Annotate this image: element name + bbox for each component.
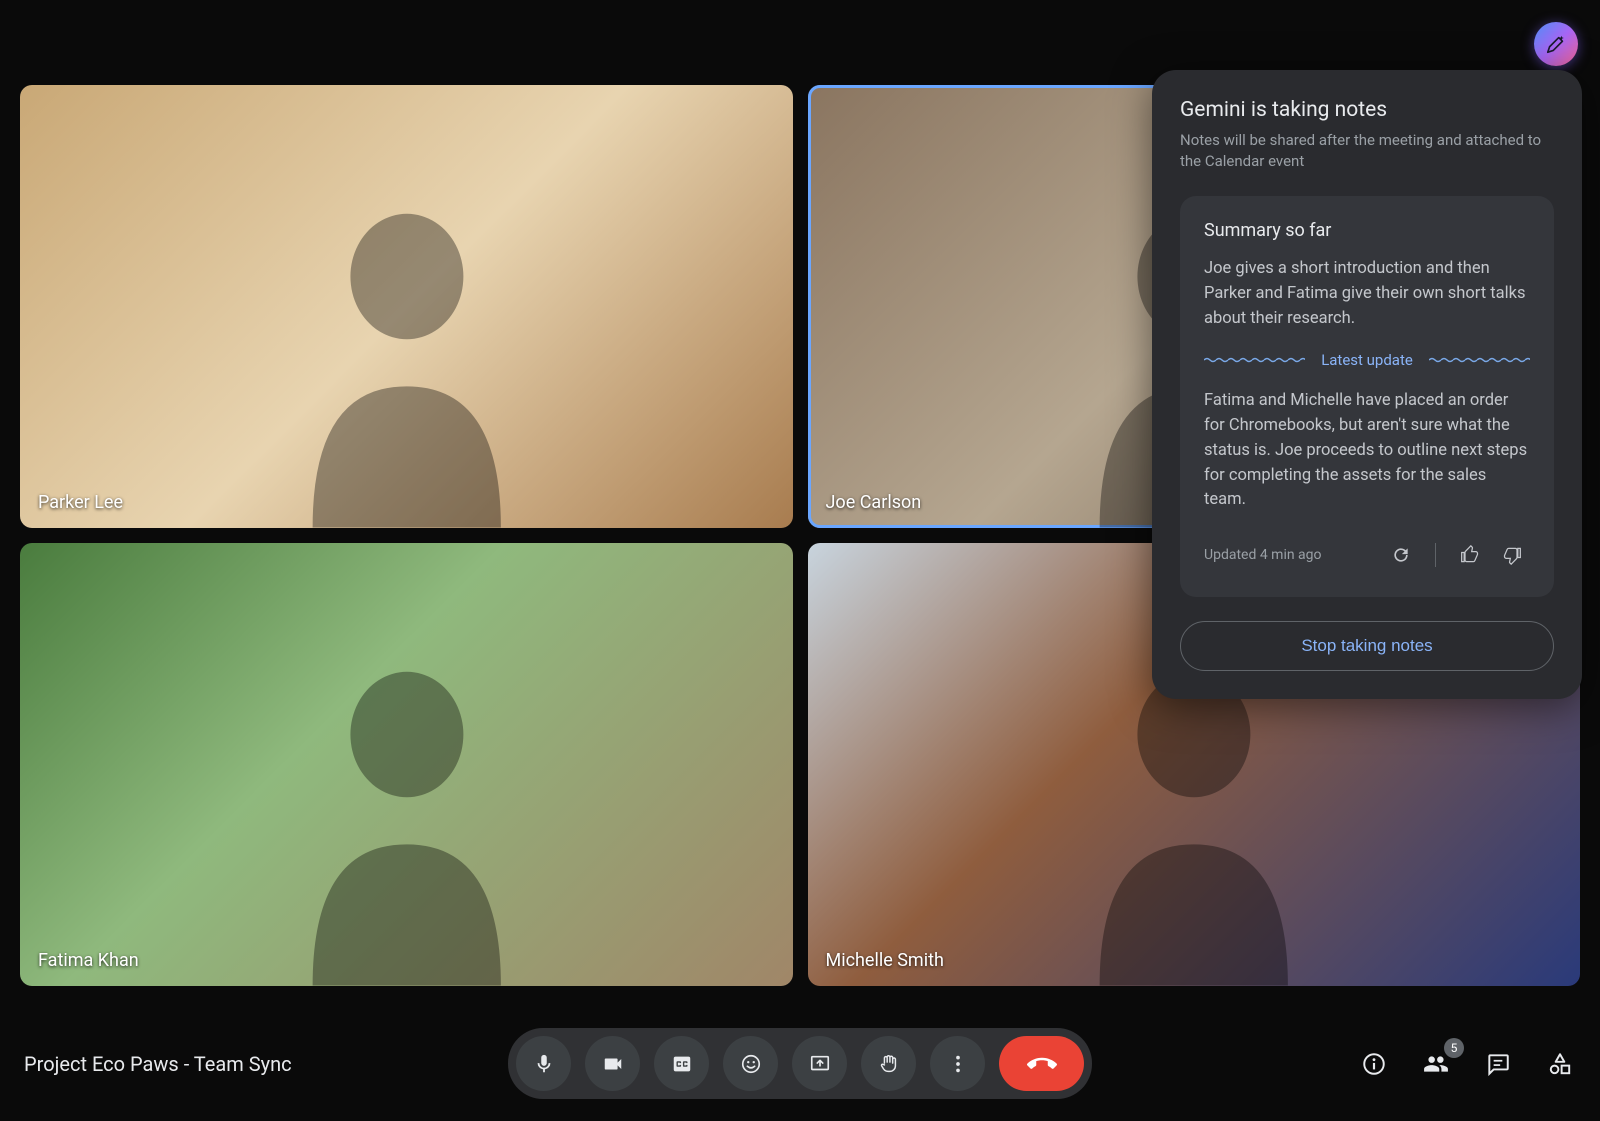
divider [1435,543,1436,567]
thumbs-down-button[interactable] [1494,537,1530,573]
activities-button[interactable] [1544,1048,1576,1080]
camera-button[interactable] [585,1036,640,1091]
chat-icon [1485,1051,1511,1077]
center-controls [508,1028,1092,1099]
summary-card: Summary so far Joe gives a short introdu… [1180,196,1554,597]
chat-button[interactable] [1482,1048,1514,1080]
meeting-title: Project Eco Paws - Team Sync [24,1052,292,1076]
more-options-button[interactable] [930,1036,985,1091]
right-controls: 5 [1358,1048,1576,1080]
raise-hand-button[interactable] [861,1036,916,1091]
pencil-sparkle-icon [1545,33,1567,55]
end-call-icon [1027,1049,1057,1079]
people-icon [1423,1051,1449,1077]
emoji-icon [740,1053,762,1075]
latest-update-text: Fatima and Michelle have placed an order… [1204,389,1530,513]
video-placeholder [20,85,793,528]
participant-name-label: Fatima Khan [38,950,139,971]
shapes-icon [1547,1051,1573,1077]
present-screen-icon [809,1053,831,1075]
gemini-notes-panel: Gemini is taking notes Notes will be sha… [1152,70,1582,699]
thumbs-up-button[interactable] [1452,537,1488,573]
wavy-line-icon [1204,357,1305,363]
thumbs-down-icon [1502,545,1522,565]
video-placeholder [20,543,793,986]
microphone-button[interactable] [516,1036,571,1091]
latest-update-label: Latest update [1321,351,1413,369]
thumbs-up-icon [1460,545,1480,565]
bottom-bar: Project Eco Paws - Team Sync [0,1006,1600,1121]
stop-taking-notes-button[interactable]: Stop taking notes [1180,621,1554,671]
summary-footer: Updated 4 min ago [1204,537,1530,573]
summary-intro-text: Joe gives a short introduction and then … [1204,257,1530,331]
raise-hand-icon [878,1053,900,1075]
summary-heading: Summary so far [1204,220,1530,241]
video-tile-fatima[interactable]: Fatima Khan [20,543,793,986]
participant-name-label: Parker Lee [38,492,123,513]
meeting-info-button[interactable] [1358,1048,1390,1080]
refresh-icon [1391,545,1411,565]
microphone-icon [533,1053,555,1075]
present-button[interactable] [792,1036,847,1091]
notes-subtitle: Notes will be shared after the meeting a… [1180,130,1554,172]
gemini-button[interactable] [1534,22,1578,66]
video-tile-parker[interactable]: Parker Lee [20,85,793,528]
captions-button[interactable] [654,1036,709,1091]
participants-button[interactable]: 5 [1420,1048,1452,1080]
refresh-button[interactable] [1383,537,1419,573]
updated-timestamp: Updated 4 min ago [1204,547,1322,563]
more-vertical-icon [947,1053,969,1075]
participant-name-label: Michelle Smith [826,950,944,971]
closed-captions-icon [671,1053,693,1075]
camera-icon [602,1053,624,1075]
leave-call-button[interactable] [999,1036,1084,1091]
wavy-line-icon [1429,357,1530,363]
participant-count-badge: 5 [1444,1038,1464,1058]
participant-name-label: Joe Carlson [826,492,922,513]
emoji-button[interactable] [723,1036,778,1091]
notes-title: Gemini is taking notes [1180,98,1554,122]
info-icon [1361,1051,1387,1077]
latest-update-divider: Latest update [1204,351,1530,369]
